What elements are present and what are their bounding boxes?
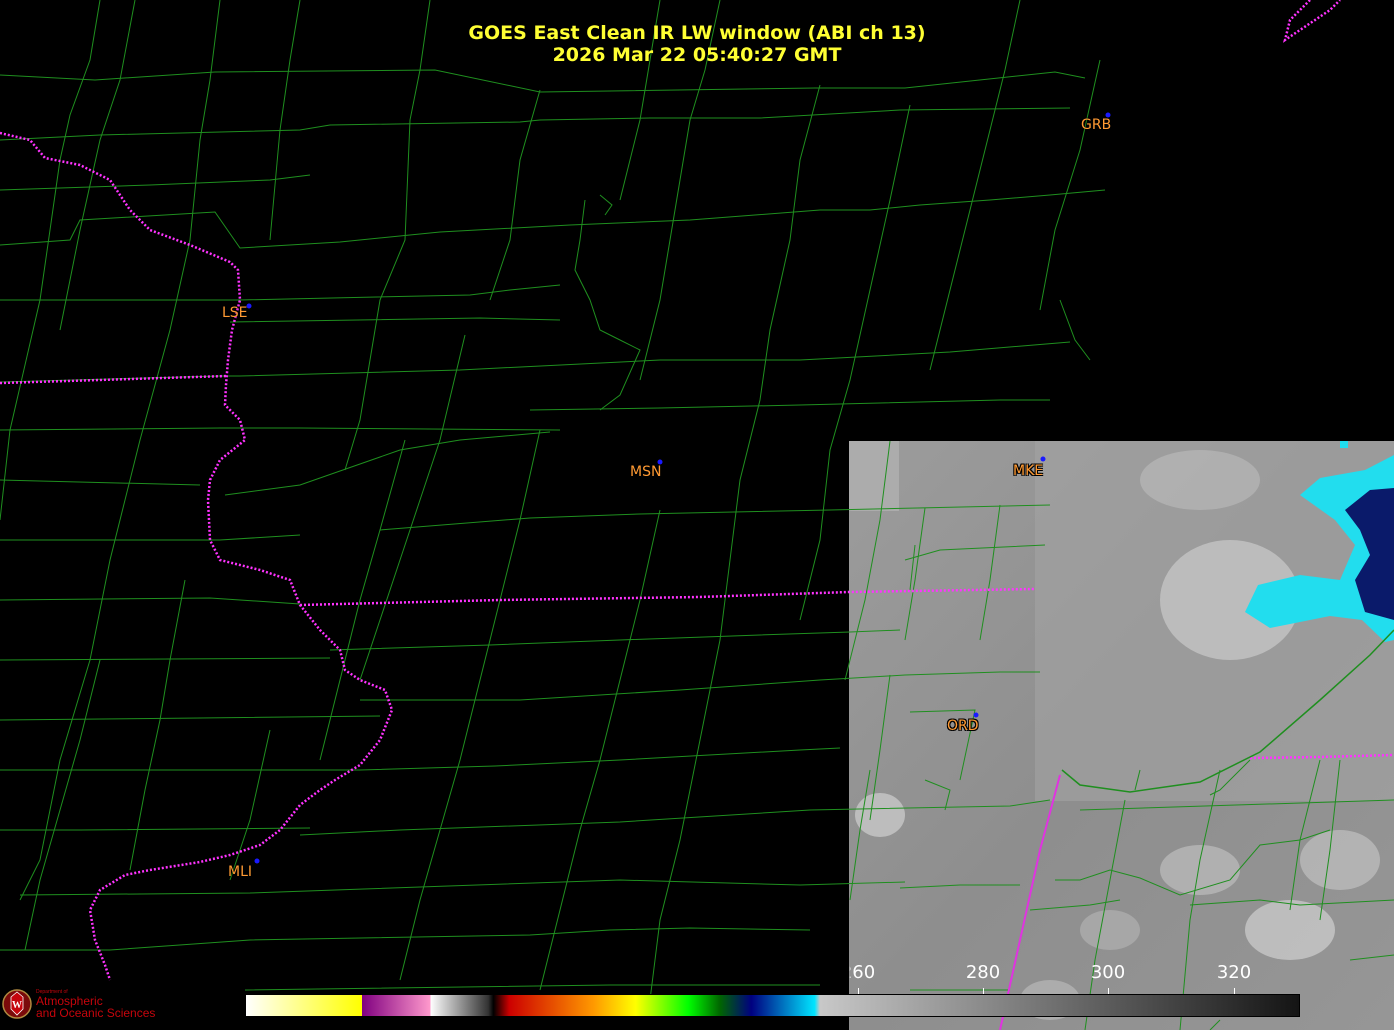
svg-text:W: W bbox=[12, 1000, 22, 1011]
colorbar-tick-320: 320 bbox=[1216, 962, 1252, 983]
wi-mn-border bbox=[0, 374, 227, 385]
station-label-grb: GRB bbox=[1081, 117, 1112, 133]
map-canvas bbox=[0, 0, 1394, 1030]
colorbar-tickmark-300 bbox=[1108, 988, 1109, 994]
colorbar-tick-280: 280 bbox=[965, 962, 1001, 983]
uw-seal-icon: W bbox=[2, 989, 32, 1019]
map-title: GOES East Clean IR LW window (ABI ch 13) bbox=[468, 22, 926, 44]
map-timestamp: 2026 Mar 22 05:40:27 GMT bbox=[552, 44, 842, 66]
station-label-mli: MLI bbox=[228, 864, 253, 880]
station-label-ord: ORD bbox=[947, 718, 979, 734]
colorbar-tickmark-320 bbox=[1234, 988, 1235, 994]
station-label-lse: LSE bbox=[222, 305, 248, 321]
logo-text: Department of Atmospheric and Oceanic Sc… bbox=[36, 989, 155, 1019]
ir-imagery-patch bbox=[849, 441, 1394, 1030]
station-dot-mke bbox=[1040, 456, 1046, 462]
station-dot-mli bbox=[254, 858, 260, 864]
logo-line-oceanic: and Oceanic Sciences bbox=[36, 1006, 156, 1020]
aos-logo: W Department of Atmospheric and Oceanic … bbox=[2, 983, 162, 1027]
temperature-colorbar bbox=[245, 994, 1300, 1017]
colorbar-tickmark-260 bbox=[858, 988, 859, 994]
station-dot-ord bbox=[973, 712, 979, 718]
mississippi-river-border bbox=[0, 131, 394, 981]
station-label-mke: MKE bbox=[1013, 463, 1044, 479]
colorbar-tick-300: 300 bbox=[1090, 962, 1126, 983]
colorbar-tickmark-280 bbox=[983, 988, 984, 994]
station-label-msn: MSN bbox=[630, 464, 662, 480]
